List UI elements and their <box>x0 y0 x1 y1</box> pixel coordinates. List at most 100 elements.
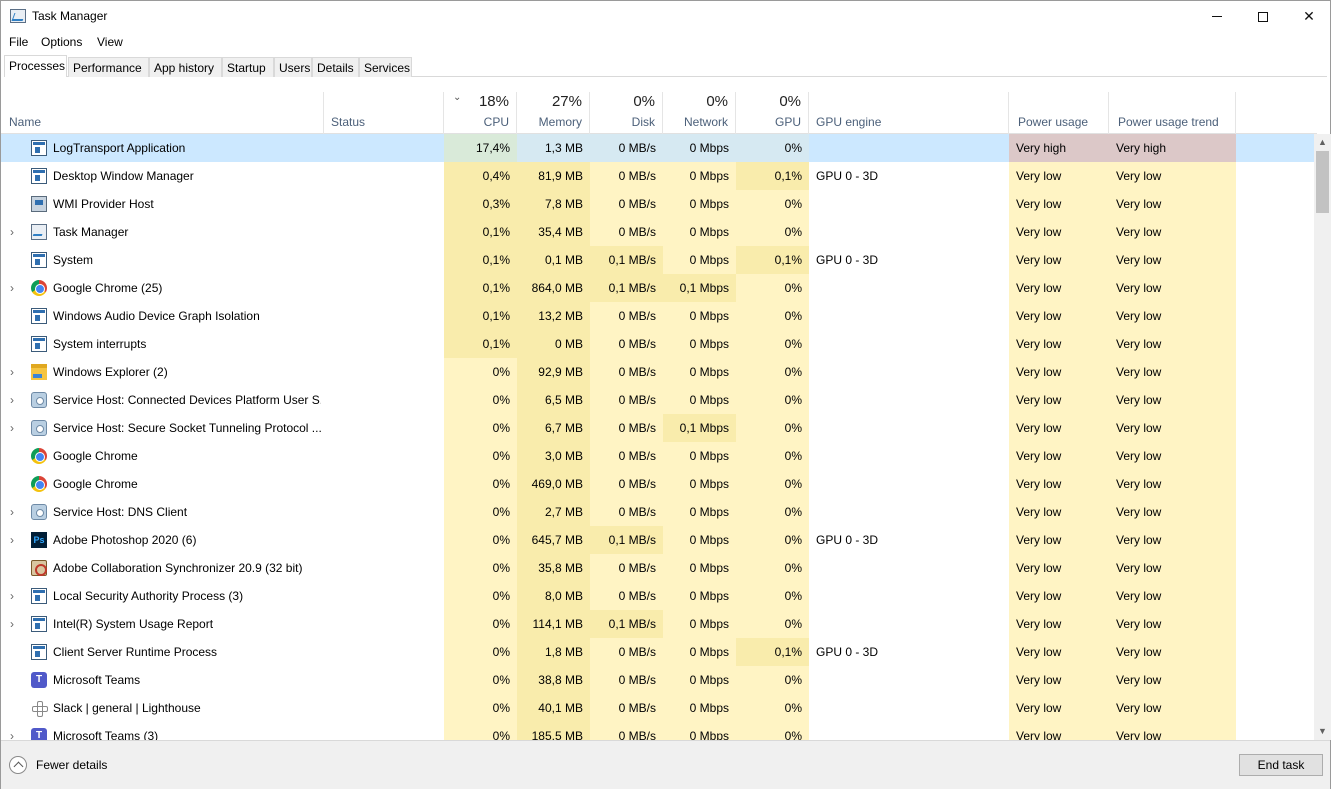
table-row[interactable]: › Local Security Authority Process (3) 0% 8… <box>1 582 1317 610</box>
tab-users[interactable]: Users <box>274 57 312 77</box>
cell-memory: 35,4 MB <box>517 218 590 246</box>
cell-memory: 92,9 MB <box>517 358 590 386</box>
column-disk[interactable]: 0% Disk <box>590 92 663 134</box>
maximize-button[interactable] <box>1240 1 1286 32</box>
table-row[interactable]: › Task Manager 0,1% 35,4 MB 0 MB/s 0 Mbps 0% Ve… <box>1 218 1317 246</box>
table-row[interactable]: › Service Host: Secure Socket Tunneling P… <box>1 414 1317 442</box>
tab-processes[interactable]: Processes <box>4 55 67 77</box>
expand-chevron-icon[interactable]: › <box>10 526 20 554</box>
process-name: WMI Provider Host <box>53 197 154 211</box>
column-name[interactable]: Name <box>1 92 324 134</box>
cell-power: Very low <box>1009 610 1109 638</box>
end-task-button[interactable]: End task <box>1239 754 1323 776</box>
menu-view[interactable]: View <box>97 32 123 49</box>
process-name: Adobe Collaboration Synchronizer 20.9 (3… <box>53 561 303 575</box>
column-network[interactable]: 0% Network <box>663 92 736 134</box>
table-row[interactable]: › T Microsoft Teams (3) 0% 185,5 MB 0 MB/s 0 M… <box>1 722 1317 740</box>
scroll-up-icon[interactable]: ▲ <box>1314 134 1331 151</box>
tab-app-history[interactable]: App history <box>149 57 222 77</box>
table-row[interactable]: Slack | general | Lighthouse 0% 40,1 MB 0 M… <box>1 694 1317 722</box>
cell-gpu-engine <box>809 694 1009 722</box>
vertical-scrollbar[interactable]: ▲ ▼ <box>1314 134 1331 740</box>
table-row[interactable]: Windows Audio Device Graph Isolation 0,1%… <box>1 302 1317 330</box>
table-row[interactable]: › Windows Explorer (2) 0% 92,9 MB 0 MB/s 0 Mb… <box>1 358 1317 386</box>
table-row[interactable]: Client Server Runtime Process 0% 1,8 MB 0 M… <box>1 638 1317 666</box>
table-row[interactable]: › Google Chrome (25) 0,1% 864,0 MB 0,1 MB/s 0… <box>1 274 1317 302</box>
process-name: System <box>53 253 94 267</box>
fewer-details-button[interactable]: Fewer details <box>9 756 107 774</box>
cell-gpu-engine: GPU 0 - 3D <box>816 645 879 659</box>
column-cpu[interactable]: ⌄ 18% CPU <box>444 92 517 134</box>
cell-gpu: 0% <box>736 386 809 414</box>
tab-performance[interactable]: Performance <box>68 57 149 77</box>
expand-chevron-icon[interactable]: › <box>10 414 20 442</box>
table-row[interactable]: › Intel(R) System Usage Report 0% 114,1 MB 0… <box>1 610 1317 638</box>
table-row[interactable]: › Ps Adobe Photoshop 2020 (6) 0% 645,7 MB 0,1… <box>1 526 1317 554</box>
cell-memory: 7,8 MB <box>517 190 590 218</box>
cell-cpu: 0% <box>444 414 517 442</box>
cell-network: 0 Mbps <box>663 554 736 582</box>
cell-network: 0 Mbps <box>663 582 736 610</box>
cell-memory: 1,8 MB <box>517 638 590 666</box>
cell-gpu-engine <box>809 610 1009 638</box>
cell-cpu: 0% <box>444 470 517 498</box>
column-status[interactable]: Status <box>324 92 444 134</box>
scroll-down-icon[interactable]: ▼ <box>1314 723 1331 740</box>
table-row[interactable]: Adobe Collaboration Synchronizer 20.9 (3… <box>1 554 1317 582</box>
cell-trend: Very low <box>1109 722 1236 740</box>
table-row[interactable]: › Service Host: DNS Client 0% 2,7 MB 0 MB/s 0… <box>1 498 1317 526</box>
minimize-button[interactable] <box>1194 1 1240 32</box>
menu-options[interactable]: Options <box>41 32 82 49</box>
expand-chevron-icon[interactable]: › <box>10 274 20 302</box>
cell-disk: 0,1 MB/s <box>590 526 663 554</box>
tab-services[interactable]: Services <box>359 57 412 77</box>
tab-details[interactable]: Details <box>312 57 359 77</box>
process-name: Google Chrome <box>53 449 138 463</box>
expand-chevron-icon[interactable]: › <box>10 582 20 610</box>
menu-file[interactable]: File <box>9 32 28 49</box>
title-bar[interactable]: Task Manager ✕ <box>1 1 1330 32</box>
tab-startup[interactable]: Startup <box>222 57 274 77</box>
close-button[interactable]: ✕ <box>1286 1 1331 32</box>
table-row[interactable]: › Service Host: Connected Devices Platfor… <box>1 386 1317 414</box>
cell-gpu: 0% <box>736 358 809 386</box>
cell-disk: 0 MB/s <box>590 414 663 442</box>
cell-disk: 0 MB/s <box>590 470 663 498</box>
sync-icon <box>31 560 47 576</box>
table-row[interactable]: Google Chrome 0% 469,0 MB 0 MB/s 0 Mbps 0% Ver… <box>1 470 1317 498</box>
cell-disk: 0 MB/s <box>590 554 663 582</box>
column-gpu[interactable]: 0% GPU <box>736 92 809 134</box>
cell-gpu: 0% <box>736 190 809 218</box>
process-name: Service Host: Connected Devices Platform… <box>53 393 321 407</box>
cell-cpu: 0% <box>444 386 517 414</box>
cell-gpu: 0% <box>736 526 809 554</box>
scroll-thumb[interactable] <box>1316 151 1329 213</box>
table-row[interactable]: System interrupts 0,1% 0 MB 0 MB/s 0 Mbps 0% V… <box>1 330 1317 358</box>
cell-disk: 0 MB/s <box>590 638 663 666</box>
expand-chevron-icon[interactable]: › <box>10 498 20 526</box>
column-power-usage[interactable]: Power usage <box>1009 92 1109 134</box>
app-icon <box>31 308 47 324</box>
column-power-usage-trend[interactable]: Power usage trend <box>1109 92 1236 134</box>
chevron-up-icon <box>9 756 27 774</box>
expand-chevron-icon[interactable]: › <box>10 386 20 414</box>
column-gpu-engine[interactable]: GPU engine <box>809 92 1009 134</box>
cell-trend: Very low <box>1109 638 1236 666</box>
expand-chevron-icon[interactable]: › <box>10 218 20 246</box>
expand-chevron-icon[interactable]: › <box>10 722 20 740</box>
table-row[interactable]: System 0,1% 0,1 MB 0,1 MB/s 0 Mbps 0,1% GPU 0 … <box>1 246 1317 274</box>
table-row[interactable]: WMI Provider Host 0,3% 7,8 MB 0 MB/s 0 Mbps 0… <box>1 190 1317 218</box>
process-name: Microsoft Teams <box>53 673 141 687</box>
cell-disk: 0 MB/s <box>590 666 663 694</box>
expand-chevron-icon[interactable]: › <box>10 610 20 638</box>
app-icon <box>31 644 47 660</box>
column-memory[interactable]: 27% Memory <box>517 92 590 134</box>
table-row[interactable]: T Microsoft Teams 0% 38,8 MB 0 MB/s 0 Mbps 0% V… <box>1 666 1317 694</box>
chrome-icon <box>31 448 47 464</box>
table-row[interactable]: LogTransport Application 17,4% 1,3 MB 0 MB/… <box>1 134 1317 162</box>
task-manager-icon <box>10 9 26 23</box>
table-row[interactable]: Desktop Window Manager 0,4% 81,9 MB 0 MB/s 0… <box>1 162 1317 190</box>
table-row[interactable]: Google Chrome 0% 3,0 MB 0 MB/s 0 Mbps 0% Very … <box>1 442 1317 470</box>
cell-gpu: 0% <box>736 330 809 358</box>
expand-chevron-icon[interactable]: › <box>10 358 20 386</box>
